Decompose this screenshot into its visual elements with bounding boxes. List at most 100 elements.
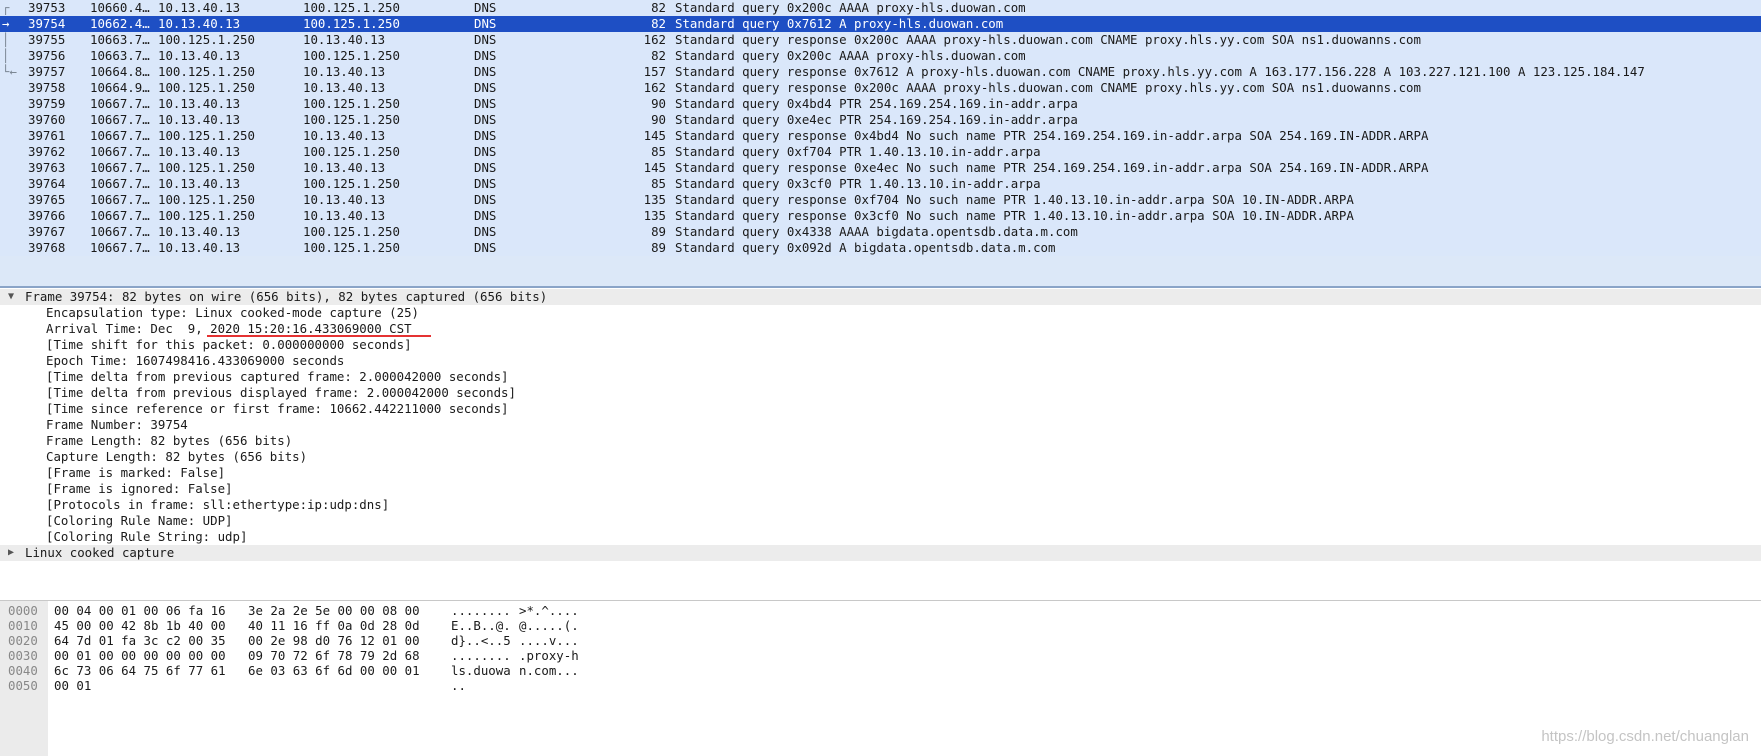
packet-info: Standard query 0x4338 AAAA bigdata.opent… — [675, 224, 1078, 239]
packet-protocol: DNS — [474, 144, 497, 159]
tree-item-label: Frame Number: 39754 — [46, 417, 188, 432]
packet-time: 10664.8… — [90, 64, 150, 79]
tree-field[interactable]: [Frame is marked: False] — [0, 465, 1761, 481]
packet-destination: 10.13.40.13 — [303, 128, 386, 143]
hex-row[interactable]: 0030 00 01 00 00 00 00 00 00 09 70 72 6f 7… — [0, 648, 1761, 663]
hex-offset: 0030 — [8, 648, 38, 663]
packet-info: Standard query 0x092d A bigdata.opentsdb… — [675, 240, 1056, 255]
hex-row[interactable]: 0010 45 00 00 42 8b 1b 40 00 40 11 16 ff 0… — [0, 618, 1761, 633]
packet-destination: 10.13.40.13 — [303, 64, 386, 79]
tree-item-label: Capture Length: 82 bytes (656 bits) — [46, 449, 308, 464]
related-packet-indicator — [2, 240, 22, 258]
packet-row[interactable]: 39767 10667.7… 10.13.40.13 100.125.1.250 DNS… — [0, 224, 1761, 240]
expand-arrow-icon[interactable]: ▼ — [8, 289, 18, 305]
tree-item-label: Frame 39754: 82 bytes on wire (656 bits)… — [25, 289, 548, 304]
ascii-bytes: @.....(. — [519, 618, 579, 633]
hex-row[interactable]: 0040 6c 73 06 64 75 6f 77 61 6e 03 63 6f 6… — [0, 663, 1761, 678]
ascii-bytes: .. — [451, 678, 466, 693]
packet-length: 135 — [643, 208, 666, 223]
packet-protocol: DNS — [474, 32, 497, 47]
packet-info: Standard query response 0x3cf0 No such n… — [675, 208, 1354, 223]
packet-time: 10667.7… — [90, 160, 150, 175]
packet-source: 100.125.1.250 — [158, 128, 255, 143]
packet-row[interactable]: 39765 10667.7… 100.125.1.250 10.13.40.13 DNS… — [0, 192, 1761, 208]
tree-field[interactable]: Encapsulation type: Linux cooked-mode ca… — [0, 305, 1761, 321]
packet-details-pane[interactable]: ▼ Frame 39754: 82 bytes on wire (656 bits… — [0, 289, 1761, 600]
packet-row[interactable]: 39763 10667.7… 100.125.1.250 10.13.40.13 DNS… — [0, 160, 1761, 176]
tree-field[interactable]: [Coloring Rule Name: UDP] — [0, 513, 1761, 529]
packet-protocol: DNS — [474, 240, 497, 255]
packet-row[interactable]: 39764 10667.7… 10.13.40.13 100.125.1.250 DNS… — [0, 176, 1761, 192]
packet-time: 10664.9… — [90, 80, 150, 95]
hex-offset: 0000 — [8, 603, 38, 618]
tree-item-label: [Coloring Rule Name: UDP] — [46, 513, 233, 528]
packet-row-selected[interactable]: → 39754 10662.4… 10.13.40.13 100.125.1.250 DN… — [0, 16, 1761, 32]
packet-number: 39768 — [28, 240, 66, 255]
packet-destination: 100.125.1.250 — [303, 224, 400, 239]
packet-time: 10662.4… — [90, 16, 150, 31]
packet-number: 39757 — [28, 64, 66, 79]
tree-item-frame[interactable]: ▼ Frame 39754: 82 bytes on wire (656 bits… — [0, 289, 1761, 305]
tree-field[interactable]: Frame Number: 39754 — [0, 417, 1761, 433]
tree-field[interactable]: [Time delta from previous displayed fram… — [0, 385, 1761, 401]
hex-row[interactable]: 0000 00 04 00 01 00 06 fa 16 3e 2a 2e 5e 0… — [0, 603, 1761, 618]
tree-field[interactable]: Capture Length: 82 bytes (656 bits) — [0, 449, 1761, 465]
tree-field[interactable]: [Time since reference or first frame: 10… — [0, 401, 1761, 417]
packet-row[interactable]: 39762 10667.7… 10.13.40.13 100.125.1.250 DNS… — [0, 144, 1761, 160]
packet-time: 10660.4… — [90, 0, 150, 15]
packet-number: 39763 — [28, 160, 66, 175]
packet-info: Standard query response 0xe4ec No such n… — [675, 160, 1429, 175]
packet-row[interactable]: │ 39756 10663.7… 10.13.40.13 100.125.1.250 DN… — [0, 48, 1761, 64]
packet-protocol: DNS — [474, 0, 497, 15]
tree-field[interactable]: Frame Length: 82 bytes (656 bits) — [0, 433, 1761, 449]
packet-row[interactable]: 39768 10667.7… 10.13.40.13 100.125.1.250 DNS… — [0, 240, 1761, 256]
packet-source: 10.13.40.13 — [158, 144, 241, 159]
hex-bytes: 64 7d 01 fa 3c c2 00 35 — [54, 633, 226, 648]
packet-number: 39762 — [28, 144, 66, 159]
tree-item-label: [Frame is ignored: False] — [46, 481, 233, 496]
tree-field[interactable]: [Protocols in frame: sll:ethertype:ip:ud… — [0, 497, 1761, 513]
packet-source: 100.125.1.250 — [158, 208, 255, 223]
packet-protocol: DNS — [474, 16, 497, 31]
packet-info: Standard query 0x7612 A proxy-hls.duowan… — [675, 16, 1004, 31]
tree-field[interactable]: Epoch Time: 1607498416.433069000 seconds — [0, 353, 1761, 369]
packet-row[interactable]: ┌ 39753 10660.4… 10.13.40.13 100.125.1.250 DN… — [0, 0, 1761, 16]
packet-destination: 10.13.40.13 — [303, 160, 386, 175]
packet-info: Standard query response 0x200c AAAA prox… — [675, 32, 1421, 47]
packet-source: 10.13.40.13 — [158, 176, 241, 191]
packet-row[interactable]: 39759 10667.7… 10.13.40.13 100.125.1.250 DNS… — [0, 96, 1761, 112]
packet-length: 90 — [651, 112, 666, 127]
hex-offset: 0010 — [8, 618, 38, 633]
packet-list[interactable]: ┌ 39753 10660.4… 10.13.40.13 100.125.1.250 DN… — [0, 0, 1761, 288]
packet-number: 39766 — [28, 208, 66, 223]
packet-number: 39761 — [28, 128, 66, 143]
packet-info: Standard query 0x4bd4 PTR 254.169.254.16… — [675, 96, 1078, 111]
tree-field[interactable]: [Coloring Rule String: udp] — [0, 529, 1761, 545]
packet-number: 39754 — [28, 16, 66, 31]
ascii-bytes: ls.duowa — [451, 663, 511, 678]
packet-row[interactable]: 39766 10667.7… 100.125.1.250 10.13.40.13 DNS… — [0, 208, 1761, 224]
packet-protocol: DNS — [474, 224, 497, 239]
tree-field[interactable]: [Frame is ignored: False] — [0, 481, 1761, 497]
hex-row[interactable]: 0050 00 01.. — [0, 678, 1761, 693]
tree-field[interactable]: [Time shift for this packet: 0.000000000… — [0, 337, 1761, 353]
tree-item-linux-cooked-capture[interactable]: ▶ Linux cooked capture — [0, 545, 1761, 561]
tree-field[interactable]: [Time delta from previous captured frame… — [0, 369, 1761, 385]
packet-bytes-pane[interactable]: 0000 00 04 00 01 00 06 fa 16 3e 2a 2e 5e 0… — [0, 600, 1761, 756]
packet-protocol: DNS — [474, 160, 497, 175]
hex-offset: 0040 — [8, 663, 38, 678]
packet-number: 39756 — [28, 48, 66, 63]
packet-protocol: DNS — [474, 176, 497, 191]
packet-source: 10.13.40.13 — [158, 224, 241, 239]
packet-row[interactable]: 39758 10664.9… 100.125.1.250 10.13.40.13 DNS… — [0, 80, 1761, 96]
packet-protocol: DNS — [474, 64, 497, 79]
packet-row[interactable]: │ 39755 10663.7… 100.125.1.250 10.13.40.13 DN… — [0, 32, 1761, 48]
packet-row[interactable]: └← 39757 10664.8… 100.125.1.250 10.13.40.13 D… — [0, 64, 1761, 80]
packet-source: 100.125.1.250 — [158, 80, 255, 95]
hex-row[interactable]: 0020 64 7d 01 fa 3c c2 00 35 00 2e 98 d0 7… — [0, 633, 1761, 648]
pane-divider[interactable] — [0, 286, 1761, 288]
packet-row[interactable]: 39761 10667.7… 100.125.1.250 10.13.40.13 DNS… — [0, 128, 1761, 144]
hex-bytes: 40 11 16 ff 0a 0d 28 0d — [248, 618, 420, 633]
packet-row[interactable]: 39760 10667.7… 10.13.40.13 100.125.1.250 DNS… — [0, 112, 1761, 128]
collapse-arrow-icon[interactable]: ▶ — [8, 545, 18, 561]
